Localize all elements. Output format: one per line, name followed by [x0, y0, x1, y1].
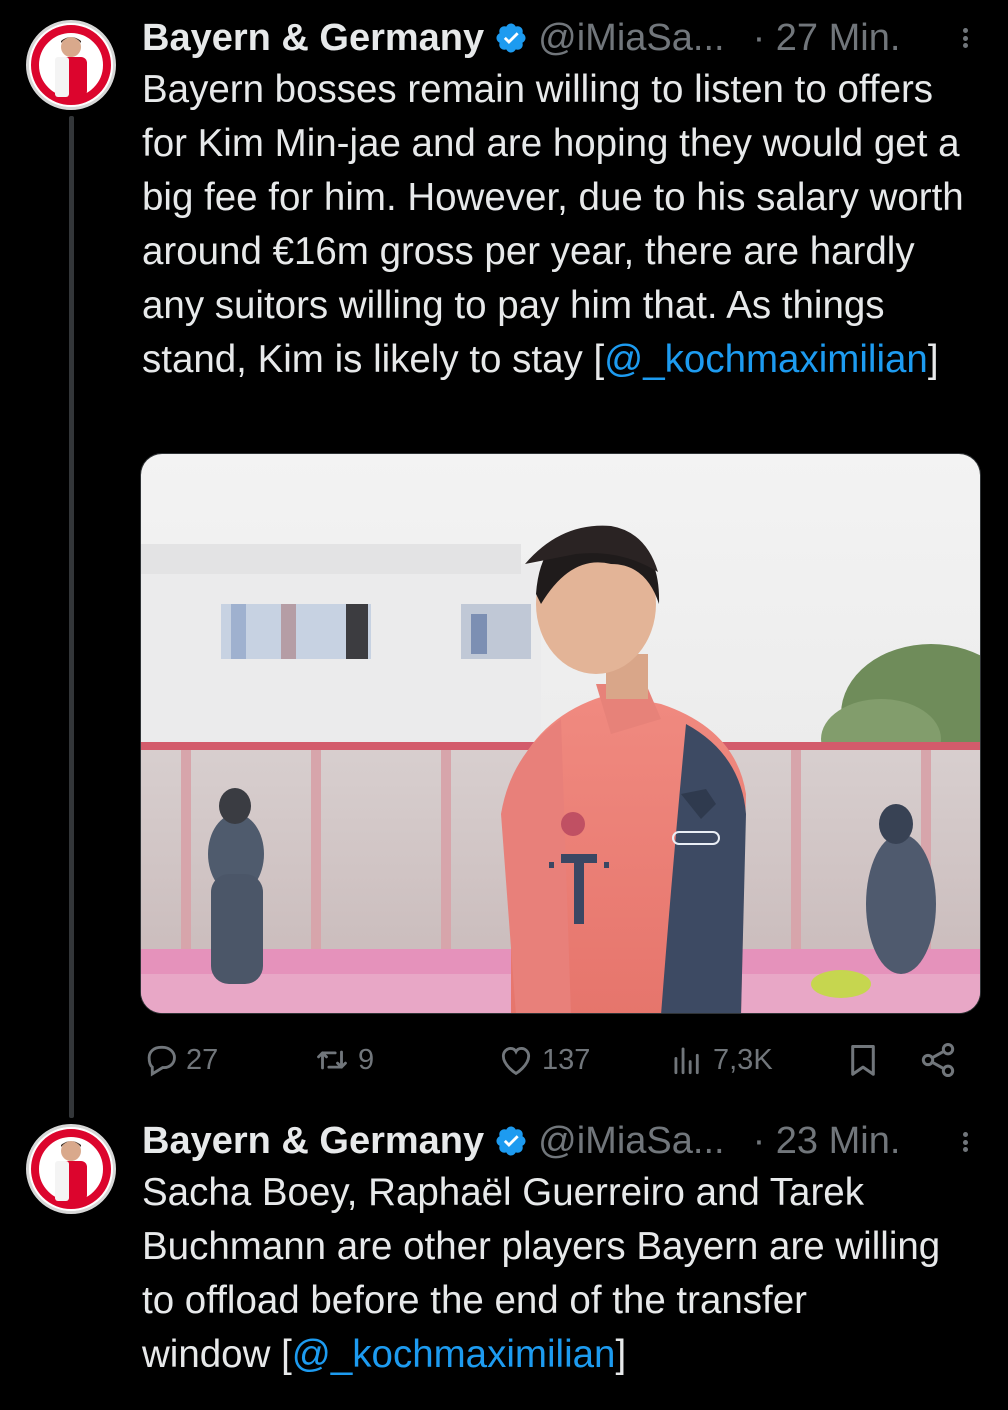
tweet-text-tail: ]: [615, 1333, 627, 1376]
bookmark-icon: [851, 1045, 875, 1076]
views-count: 7,3K: [713, 1043, 773, 1076]
share-icon: [921, 1043, 955, 1077]
mention-link[interactable]: @_kochmaximilian: [292, 1333, 616, 1376]
author-avatar[interactable]: [26, 1124, 116, 1214]
tweet-header: Bayern & Germany @iMiaSa... · 27 Min.: [142, 14, 900, 62]
author-handle[interactable]: @iMiaSa...: [538, 1120, 724, 1163]
verified-badge-icon: [496, 1126, 526, 1156]
verified-badge-icon: [496, 23, 526, 53]
repost-count: 9: [358, 1043, 375, 1076]
tweet-timestamp[interactable]: · 23 Min.: [753, 1120, 901, 1163]
tweet-actions: 27 9 137 7,3K: [142, 1032, 972, 1088]
repost-icon: [317, 1050, 347, 1070]
author-avatar[interactable]: [26, 20, 116, 110]
tweet-text: Sacha Boey, Raphaël Guerreiro and Tarek …: [142, 1166, 942, 1382]
photo-image: [141, 454, 980, 1013]
bookmark-button[interactable]: [844, 1032, 888, 1088]
views-icon: [674, 1047, 699, 1075]
tweet-2[interactable]: Bayern & Germany @iMiaSa... · 23 Min. Sa…: [0, 1100, 1008, 1410]
author-name[interactable]: Bayern & Germany: [142, 1120, 484, 1163]
tweet-1[interactable]: Bayern & Germany @iMiaSa... · 27 Min. Ba…: [0, 0, 1008, 1118]
heart-icon: [501, 1047, 531, 1076]
like-count: 137: [542, 1043, 591, 1076]
thread-line: [69, 116, 74, 1118]
avatar-image: [29, 1127, 113, 1211]
avatar-image: [29, 23, 113, 107]
tweet-text: Bayern bosses remain willing to listen t…: [142, 63, 982, 387]
more-icon[interactable]: [958, 1122, 972, 1162]
mention-link[interactable]: @_kochmaximilian: [604, 338, 928, 381]
share-button[interactable]: [918, 1032, 964, 1088]
author-handle[interactable]: @iMiaSa...: [538, 17, 724, 60]
tweet-text-body: Bayern bosses remain willing to listen t…: [142, 68, 964, 381]
more-icon[interactable]: [958, 18, 972, 58]
author-name[interactable]: Bayern & Germany: [142, 17, 484, 60]
tweet-header: Bayern & Germany @iMiaSa... · 23 Min.: [142, 1117, 900, 1165]
reply-button[interactable]: 27: [142, 1032, 218, 1088]
views-button[interactable]: 7,3K: [667, 1032, 773, 1088]
tweet-text-tail: ]: [927, 338, 939, 381]
tweet-timestamp[interactable]: · 27 Min.: [753, 17, 901, 60]
reply-icon: [147, 1045, 176, 1077]
like-button[interactable]: 137: [496, 1032, 590, 1088]
repost-button[interactable]: 9: [312, 1032, 374, 1088]
reply-count: 27: [186, 1043, 219, 1076]
tweet-media-photo[interactable]: [140, 453, 981, 1014]
